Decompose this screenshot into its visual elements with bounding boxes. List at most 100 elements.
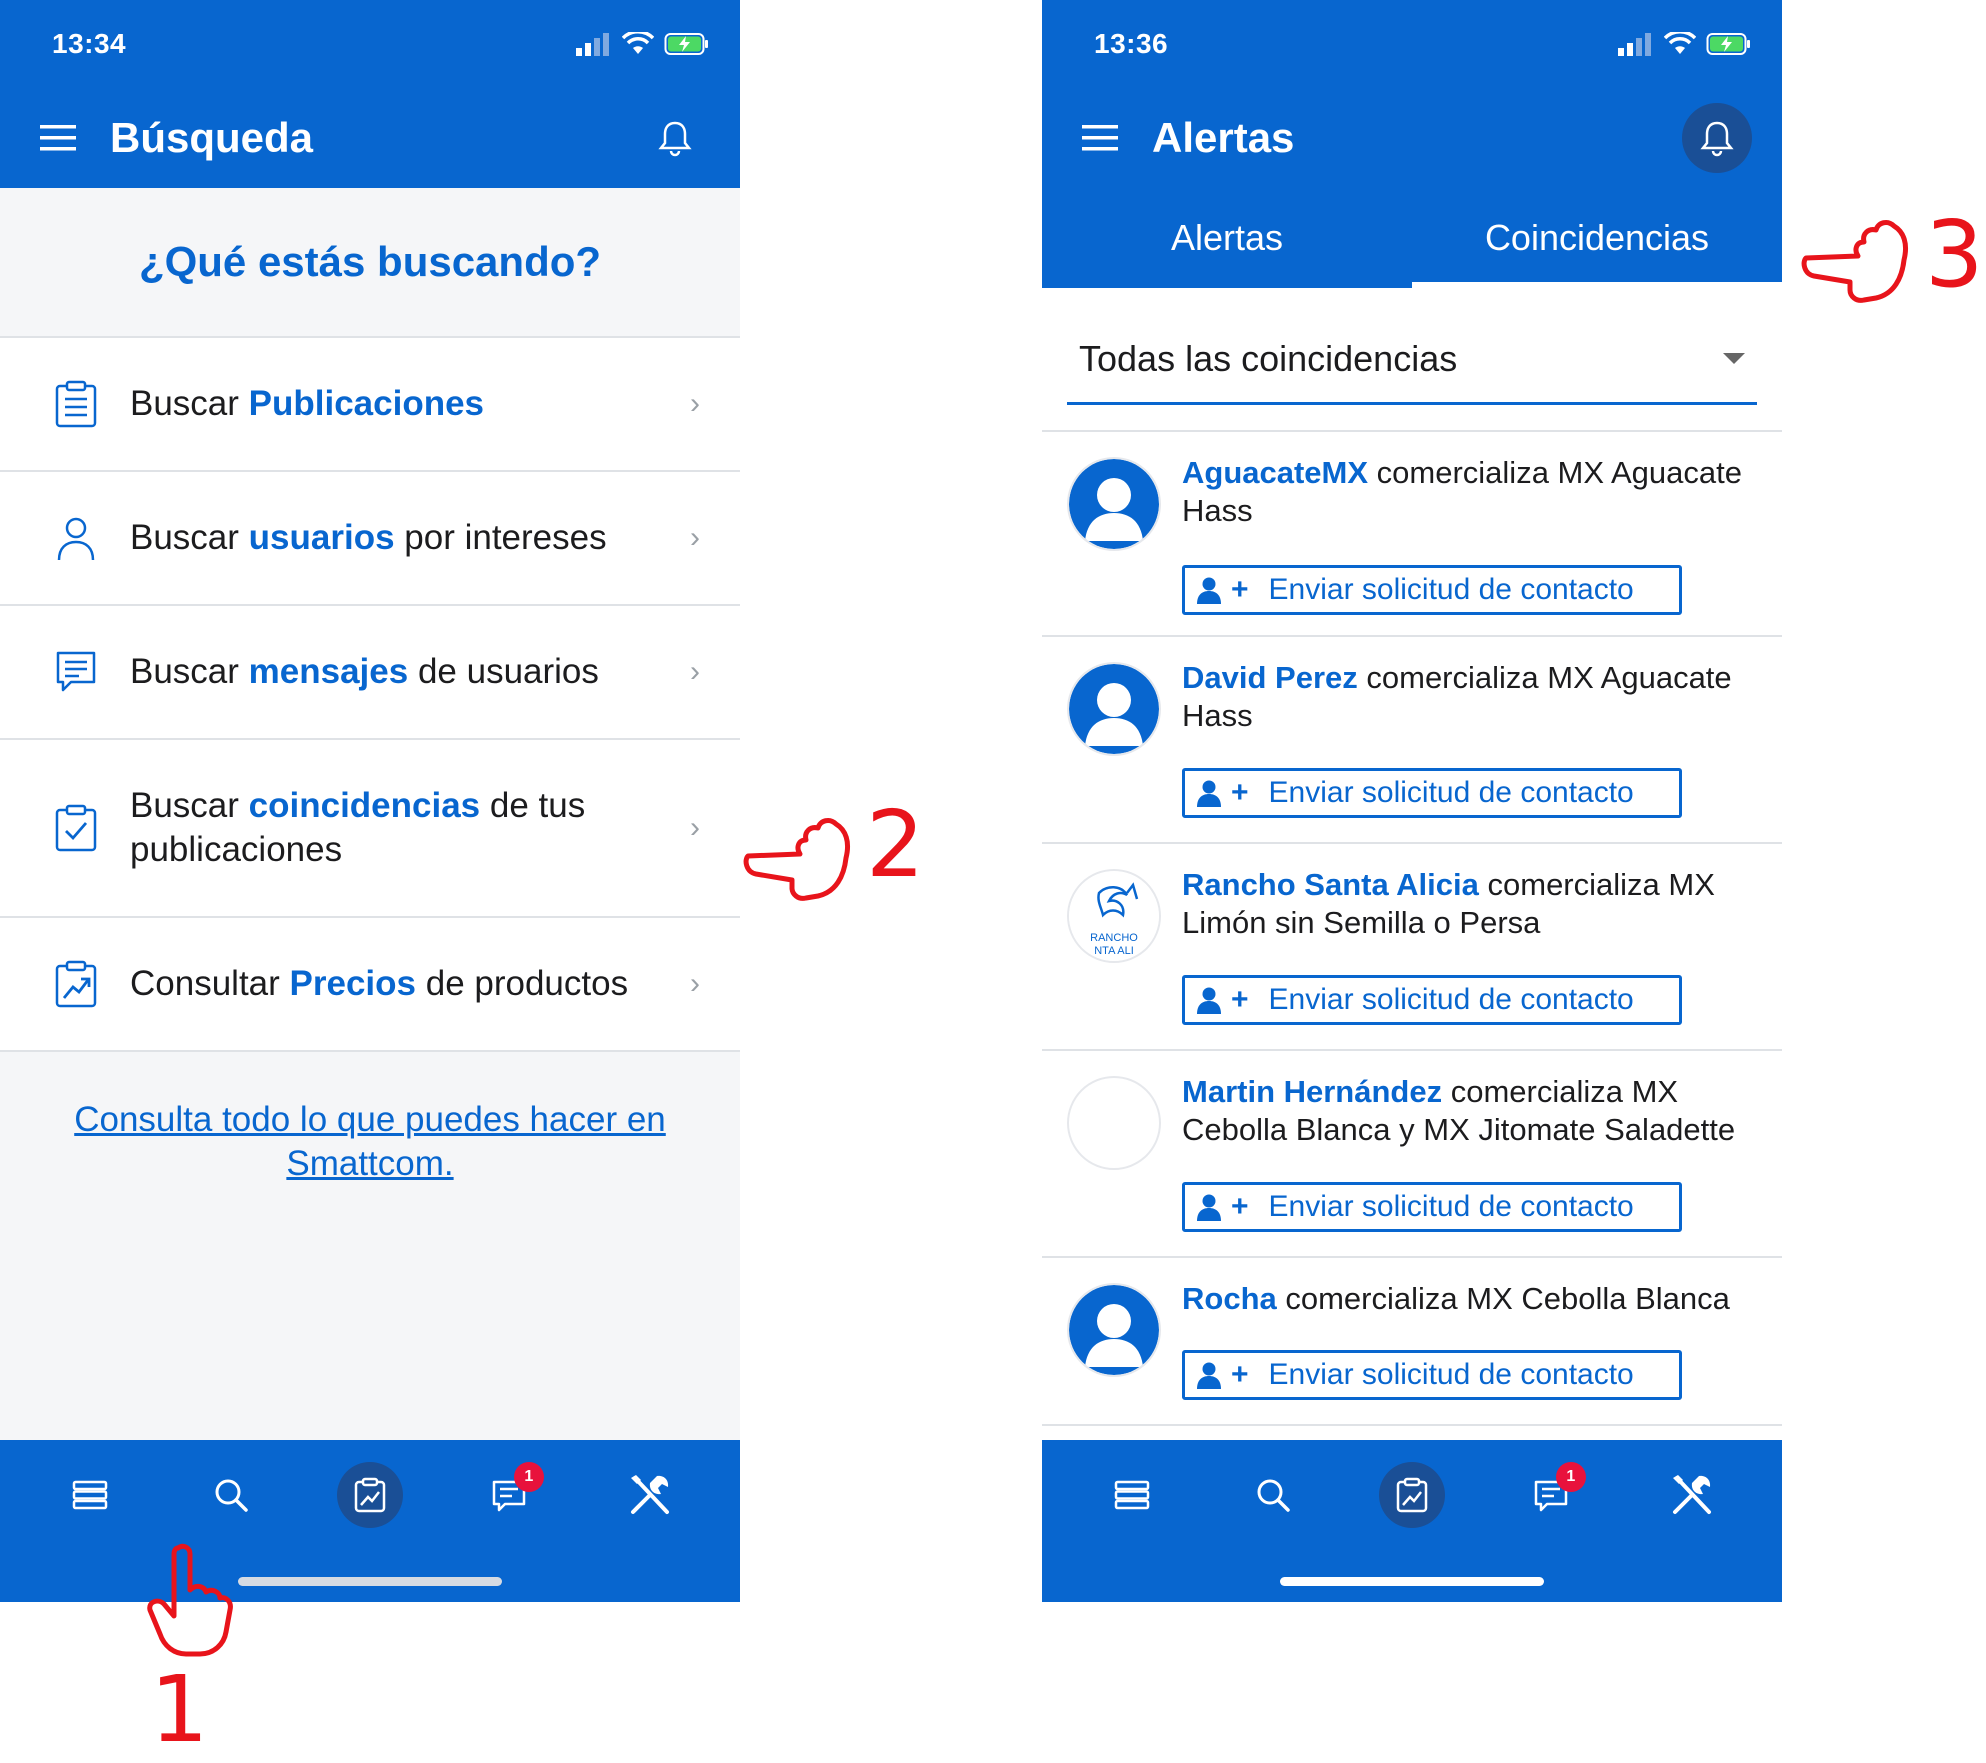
status-bar: 13:36 [1042,0,1782,88]
search-header: ¿Qué estás buscando? [0,188,740,338]
search-icon [215,1479,248,1512]
avatar[interactable]: RANCHO NTA ALI [1067,869,1161,963]
avatar[interactable] [1067,662,1161,756]
match-description: AguacateMX comercializa MX Aguacate Hass [1182,455,1742,528]
match-user-link[interactable]: Rocha [1182,1281,1277,1316]
search-publications-label: Buscar Publicaciones [130,384,485,423]
bell-icon [1700,121,1734,157]
avatar[interactable] [1067,457,1161,551]
search-messages-item[interactable]: Buscar mensajes de usuarios › [0,606,740,740]
match-description: Rocha comercializa MX Cebolla Blanca [1182,1281,1730,1316]
publish-tab[interactable] [336,1462,403,1528]
svg-text:RANCHO: RANCHO [1090,932,1138,944]
search-matches-item[interactable]: Buscar coincidencias de tus publicacione… [0,740,740,918]
chevron-right-icon: › [690,811,700,844]
match-item: Rocha comercializa MX Cebolla Blanca + En… [1042,1258,1782,1426]
check-prices-label: Consultar Precios de productos [130,964,629,1003]
status-time: 13:36 [1094,28,1169,59]
search-icon [1257,1479,1290,1512]
clipboard-chart-icon [354,1477,386,1513]
wifi-icon [622,32,654,54]
search-matches-label: Buscar coincidencias de tus publicacione… [130,786,586,869]
match-user-link[interactable]: AguacateMX [1182,455,1368,490]
status-icons [1618,31,1752,57]
hamburger-menu-icon[interactable] [40,123,78,153]
send-contact-request-button[interactable]: + Enviar solicitud de contacto [1182,975,1682,1025]
search-tab[interactable] [196,1460,266,1530]
home-indicator [1280,1577,1544,1586]
bottom-tab-bar: 1 [0,1440,740,1602]
unread-badge: 1 [1555,1462,1586,1492]
check-prices-item[interactable]: Consultar Precios de productos › [0,918,740,1052]
tools-icon [1672,1475,1711,1514]
status-time: 13:34 [52,28,127,59]
match-description: Martin Hernández comercializa MX Cebolla… [1182,1074,1736,1147]
tools-icon [630,1475,669,1514]
default-avatar-icon [1069,664,1159,754]
message-icon [50,646,102,698]
match-user-link[interactable]: Rancho Santa Alicia [1182,867,1479,902]
step-1-label: 1 [150,1656,209,1763]
match-item: David Perez comercializa MX Aguacate Has… [1042,637,1782,844]
send-contact-request-button[interactable]: + Enviar solicitud de contacto [1182,768,1682,818]
bottom-tab-bar: 1 [1042,1440,1782,1602]
messages-tab[interactable]: 1 [474,1460,544,1530]
tools-tab[interactable] [1657,1460,1727,1530]
avatar[interactable] [1067,1283,1161,1377]
alerts-screen: 13:36 Alertas Alertas Coincidencias Toda… [1042,0,1782,1602]
matches-list: AguacateMX comercializa MX Aguacate Hass… [1042,430,1782,1426]
pointing-hand-left-icon [743,818,851,901]
match-user-link[interactable]: David Perez [1182,660,1358,695]
alerts-tabs: Alertas Coincidencias [1042,188,1782,288]
notifications-button[interactable] [640,103,710,173]
clipboard-check-icon [50,802,102,854]
svg-text:NTA ALI: NTA ALI [1094,945,1134,957]
status-bar: 13:34 [0,0,740,88]
search-users-item[interactable]: Buscar usuarios por intereses › [0,472,740,606]
search-tab[interactable] [1238,1460,1308,1530]
search-screen: 13:34 Búsqueda ¿Qué estás buscando? Busc… [0,0,740,1602]
filter-value: Todas las coincidencias [1079,337,1458,379]
stack-icon [73,1480,108,1510]
search-messages-label: Buscar mensajes de usuarios [130,652,599,691]
step-2-label: 2 [866,791,925,898]
match-description: David Perez comercializa MX Aguacate Has… [1182,660,1732,733]
publish-tab[interactable] [1378,1462,1445,1528]
default-avatar-icon [1069,1285,1159,1375]
pointing-hand-up-icon [147,1543,233,1657]
tab-coincidencias[interactable]: Coincidencias [1412,188,1782,288]
signal-icon [576,33,609,56]
tools-tab[interactable] [615,1460,685,1530]
match-user-link[interactable]: Martin Hernández [1182,1074,1442,1109]
user-add-icon [1197,780,1221,807]
battery-charging-icon [664,33,708,55]
send-contact-request-button[interactable]: + Enviar solicitud de contacto [1182,1182,1682,1232]
match-item: RANCHO NTA ALI Rancho Santa Alicia comerc… [1042,844,1782,1051]
notifications-button[interactable] [1682,103,1752,173]
pointing-hand-left-icon [1801,220,1909,303]
search-users-label: Buscar usuarios por intereses [130,518,607,557]
user-add-icon [1197,1194,1221,1221]
bell-icon [658,121,692,157]
status-icons [576,31,710,57]
send-contact-request-button[interactable]: + Enviar solicitud de contacto [1182,1350,1682,1400]
messages-tab[interactable]: 1 [1516,1460,1586,1530]
match-description: Rancho Santa Alicia comercializa MX Limó… [1182,867,1715,940]
user-icon [50,512,102,564]
unread-badge: 1 [513,1462,544,1492]
battery-charging-icon [1706,33,1750,55]
help-link[interactable]: Consulta todo lo que puedes hacer en Sma… [60,1098,680,1186]
search-publications-item[interactable]: Buscar Publicaciones › [0,338,740,472]
step-3-label: 3 [1925,201,1984,308]
feed-tab[interactable] [1097,1460,1167,1530]
avatar-empty[interactable] [1067,1076,1161,1170]
user-add-icon [1197,1362,1221,1389]
chevron-right-icon: › [690,387,700,420]
feed-tab[interactable] [55,1460,125,1530]
user-add-icon [1197,987,1221,1014]
tab-alerts[interactable]: Alertas [1042,188,1412,288]
send-contact-request-button[interactable]: + Enviar solicitud de contacto [1182,565,1682,615]
matches-filter-select[interactable]: Todas las coincidencias [1067,315,1757,405]
app-bar: Búsqueda [0,88,740,188]
hamburger-menu-icon[interactable] [1082,123,1120,153]
